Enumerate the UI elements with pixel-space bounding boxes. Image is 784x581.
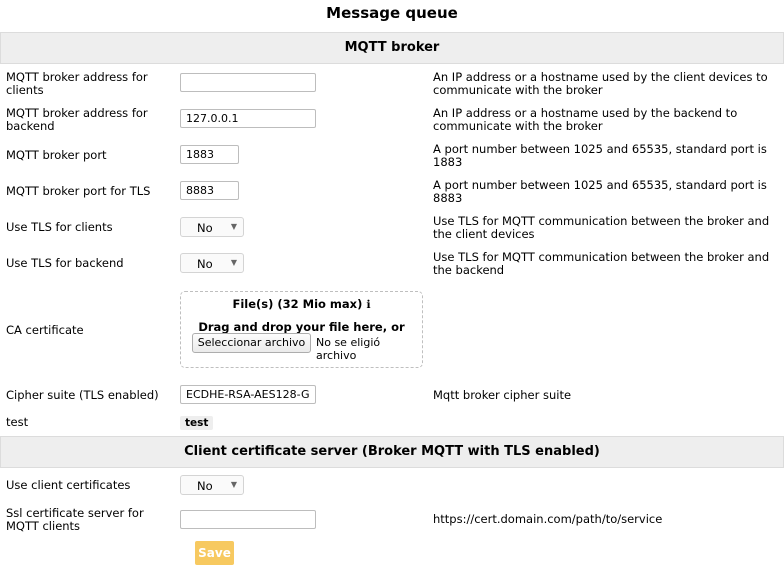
upload-title-text: File(s) (32 Mio max) <box>232 297 363 311</box>
test-value-badge: test <box>180 416 214 430</box>
desc-broker-address-backend: An IP address or a hostname used by the … <box>433 106 738 133</box>
choose-file-button[interactable]: Seleccionar archivo <box>192 333 311 353</box>
broker-address-clients-input[interactable] <box>180 73 316 92</box>
save-button[interactable]: Save <box>195 541 234 565</box>
info-icon[interactable]: ℹ <box>366 298 370 311</box>
chevron-down-icon: ▼ <box>230 258 237 267</box>
ca-certificate-dropzone[interactable]: File(s) (32 Mio max) ℹ Drag and drop your… <box>180 291 423 368</box>
section-header-mqtt-broker: MQTT broker <box>0 32 784 64</box>
desc-cipher-suite: Mqtt broker cipher suite <box>433 388 572 402</box>
desc-tls-clients: Use TLS for MQTT communication between t… <box>433 214 770 241</box>
drag-drop-text: Drag and drop your file here, or <box>198 320 405 334</box>
label-use-client-certs: Use client certificates <box>6 478 131 492</box>
upload-title: File(s) (32 Mio max) ℹ <box>181 297 422 311</box>
label-broker-port-tls: MQTT broker port for TLS <box>6 184 151 198</box>
broker-port-input[interactable] <box>180 145 239 164</box>
broker-port-tls-input[interactable] <box>180 181 239 200</box>
desc-broker-address-clients: An IP address or a hostname used by the … <box>433 70 768 97</box>
label-broker-address-backend: MQTT broker address for backend <box>6 106 148 133</box>
chevron-down-icon: ▼ <box>230 480 237 489</box>
label-test: test <box>6 415 29 429</box>
file-status-text: No se eligió archivo <box>316 336 381 362</box>
label-ssl-cert-server: Ssl certificate server for MQTT clients <box>6 506 144 533</box>
tls-backend-value: No <box>197 257 213 271</box>
desc-ssl-cert-server: https://cert.domain.com/path/to/service <box>433 512 663 526</box>
use-client-certs-value: No <box>197 479 213 493</box>
tls-clients-select[interactable]: No ▼ <box>180 217 244 237</box>
label-broker-address-clients: MQTT broker address for clients <box>6 70 148 97</box>
broker-address-backend-input[interactable] <box>180 109 316 128</box>
label-tls-clients: Use TLS for clients <box>6 220 113 234</box>
desc-broker-port-tls: A port number between 1025 and 65535, st… <box>433 178 767 205</box>
desc-tls-backend: Use TLS for MQTT communication between t… <box>433 250 770 277</box>
tls-clients-value: No <box>197 221 213 235</box>
tls-backend-select[interactable]: No ▼ <box>180 253 244 273</box>
label-tls-backend: Use TLS for backend <box>6 256 124 270</box>
use-client-certs-select[interactable]: No ▼ <box>180 475 244 495</box>
chevron-down-icon: ▼ <box>230 222 237 231</box>
section-header-client-cert: Client certificate server (Broker MQTT w… <box>0 436 784 468</box>
label-cipher-suite: Cipher suite (TLS enabled) <box>6 388 159 402</box>
cipher-suite-input[interactable] <box>180 385 316 404</box>
label-broker-port: MQTT broker port <box>6 148 107 162</box>
desc-broker-port: A port number between 1025 and 65535, st… <box>433 142 767 169</box>
page-title: Message queue <box>326 4 458 22</box>
ssl-cert-server-input[interactable] <box>180 510 316 529</box>
label-ca-certificate: CA certificate <box>6 323 84 337</box>
